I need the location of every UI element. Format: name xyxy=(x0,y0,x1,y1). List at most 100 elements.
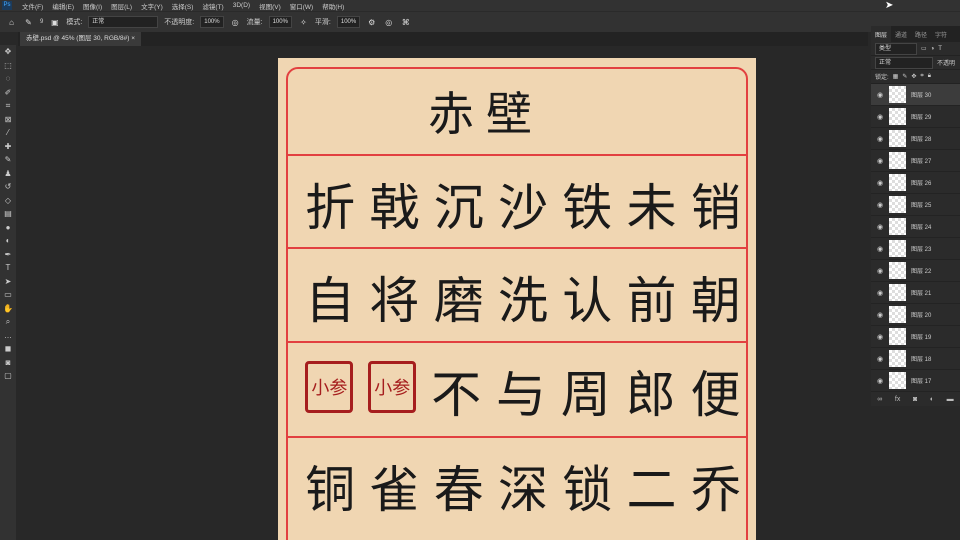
frame-tool-icon[interactable]: ⊠ xyxy=(0,113,16,127)
tab-paths[interactable]: 路径 xyxy=(911,26,931,42)
document-canvas[interactable]: 赤壁 折戟沉沙铁未销 自将磨洗认前朝 小参 小参不与周郎便 铜雀春深锁二乔 xyxy=(278,58,756,540)
menu-window[interactable]: 窗口(W) xyxy=(290,1,313,11)
divider-line xyxy=(286,341,748,343)
layer-row[interactable]: ◉ 图层 23 xyxy=(871,238,960,260)
zoom-tool-icon[interactable]: ⌕ xyxy=(0,315,16,329)
layer-filter-select[interactable]: 类型 xyxy=(875,42,917,55)
eye-icon[interactable]: ◉ xyxy=(871,377,889,385)
layer-row[interactable]: ◉ 图层 21 xyxy=(871,282,960,304)
eye-icon[interactable]: ◉ xyxy=(871,179,889,187)
shape-tool-icon[interactable]: ▭ xyxy=(0,288,16,302)
color-swatches-icon[interactable]: ◼ xyxy=(0,342,16,356)
mode-select[interactable]: 正常 xyxy=(88,16,159,28)
eye-icon[interactable]: ◉ xyxy=(871,201,889,209)
eraser-tool-icon[interactable]: ◇ xyxy=(0,194,16,208)
filter-adjust-icon[interactable]: ◑ xyxy=(931,46,935,52)
fx-icon[interactable]: fx xyxy=(895,396,900,403)
menu-select[interactable]: 选择(S) xyxy=(172,1,194,11)
eyedropper-tool-icon[interactable]: ⁄ xyxy=(0,126,16,140)
blend-mode-select[interactable]: 正常 xyxy=(875,56,933,69)
lock-artboard-icon[interactable]: ⌗ xyxy=(920,73,923,80)
eye-icon[interactable]: ◉ xyxy=(871,157,889,165)
more-tools-icon[interactable]: … xyxy=(0,329,16,343)
lock-all-icon[interactable]: 🔒︎ xyxy=(928,73,931,80)
pressure-opacity-icon[interactable]: ◎ xyxy=(230,17,241,28)
eye-icon[interactable]: ◉ xyxy=(871,91,889,99)
eye-icon[interactable]: ◉ xyxy=(871,223,889,231)
move-tool-icon[interactable]: ✥ xyxy=(0,45,16,59)
filter-type-icon[interactable]: T xyxy=(938,46,942,52)
stamp-tool-icon[interactable]: ♟ xyxy=(0,167,16,181)
menu-layer[interactable]: 图层(L) xyxy=(111,1,132,11)
layer-row[interactable]: ◉ 图层 28 xyxy=(871,128,960,150)
folder-icon[interactable]: ▬ xyxy=(947,396,954,403)
layer-row[interactable]: ◉ 图层 25 xyxy=(871,194,960,216)
gear-icon[interactable]: ⚙ xyxy=(366,17,377,28)
eye-icon[interactable]: ◉ xyxy=(871,355,889,363)
path-select-icon[interactable]: ➤ xyxy=(0,275,16,289)
eye-icon[interactable]: ◉ xyxy=(871,113,889,121)
layer-row[interactable]: ◉ 图层 26 xyxy=(871,172,960,194)
home-icon[interactable]: ⌂ xyxy=(6,17,17,28)
menu-filter[interactable]: 滤镜(T) xyxy=(202,1,223,11)
layer-row[interactable]: ◉ 图层 20 xyxy=(871,304,960,326)
airbrush-icon[interactable]: ✧ xyxy=(298,17,309,28)
quick-mask-icon[interactable]: ◙ xyxy=(0,356,16,370)
brush-tool-icon[interactable]: ✎ xyxy=(23,17,34,28)
flow-input[interactable]: 100% xyxy=(268,16,292,28)
brush-size[interactable]: 9 xyxy=(40,19,43,25)
type-tool-icon[interactable]: T xyxy=(0,261,16,275)
crop-tool-icon[interactable]: ⌗ xyxy=(0,99,16,113)
menu-file[interactable]: 文件(F) xyxy=(22,1,43,11)
layer-row[interactable]: ◉ 图层 27 xyxy=(871,150,960,172)
menu-edit[interactable]: 编辑(E) xyxy=(52,1,74,11)
menu-type[interactable]: 文字(Y) xyxy=(141,1,163,11)
dodge-tool-icon[interactable]: ◐ xyxy=(0,234,16,248)
eye-icon[interactable]: ◉ xyxy=(871,267,889,275)
close-icon[interactable]: × xyxy=(131,35,135,42)
screen-mode-icon[interactable]: ▢ xyxy=(0,369,16,383)
eye-icon[interactable]: ◉ xyxy=(871,311,889,319)
menu-view[interactable]: 视图(V) xyxy=(259,1,281,11)
brush-panel-icon[interactable]: ▣ xyxy=(49,17,60,28)
lock-paint-icon[interactable]: ✎ xyxy=(902,73,907,80)
gradient-tool-icon[interactable]: ▤ xyxy=(0,207,16,221)
link-icon[interactable]: ∞ xyxy=(877,396,882,403)
menu-3d[interactable]: 3D(D) xyxy=(233,2,250,9)
mask-icon[interactable]: ◙ xyxy=(913,396,917,403)
lock-transparency-icon[interactable]: ▦ xyxy=(893,73,899,80)
layer-row[interactable]: ◉ 图层 24 xyxy=(871,216,960,238)
eye-icon[interactable]: ◉ xyxy=(871,245,889,253)
layer-row[interactable]: ◉ 图层 17 xyxy=(871,370,960,392)
hand-tool-icon[interactable]: ✋ xyxy=(0,302,16,316)
layer-row[interactable]: ◉ 图层 30 xyxy=(871,84,960,106)
symmetry-icon[interactable]: ⌘ xyxy=(400,17,411,28)
smoothing-input[interactable]: 100% xyxy=(336,16,361,28)
eye-icon[interactable]: ◉ xyxy=(871,135,889,143)
brush-tool-icon[interactable]: ✎ xyxy=(0,153,16,167)
adjustment-icon[interactable]: ◐ xyxy=(930,396,934,403)
tab-layers[interactable]: 图层 xyxy=(871,26,892,42)
layer-row[interactable]: ◉ 图层 29 xyxy=(871,106,960,128)
pen-tool-icon[interactable]: ✒ xyxy=(0,248,16,262)
lasso-tool-icon[interactable]: ◌ xyxy=(0,72,16,86)
lock-move-icon[interactable]: ✥ xyxy=(911,73,916,80)
quick-select-tool-icon[interactable]: ✐ xyxy=(0,86,16,100)
layer-row[interactable]: ◉ 图层 18 xyxy=(871,348,960,370)
document-tab[interactable]: 赤壁.psd @ 45% (图层 30, RGB/8#) × xyxy=(20,32,142,46)
menu-help[interactable]: 帮助(H) xyxy=(322,1,344,11)
filter-pixel-icon[interactable]: ▭ xyxy=(921,45,927,52)
marquee-tool-icon[interactable]: ⬚ xyxy=(0,59,16,73)
history-brush-icon[interactable]: ↺ xyxy=(0,180,16,194)
blur-tool-icon[interactable]: ● xyxy=(0,221,16,235)
eye-icon[interactable]: ◉ xyxy=(871,333,889,341)
tab-channels[interactable]: 通道 xyxy=(891,26,911,42)
healing-tool-icon[interactable]: ✚ xyxy=(0,140,16,154)
menu-image[interactable]: 图像(I) xyxy=(83,1,102,11)
opacity-input[interactable]: 100% xyxy=(200,16,224,28)
tab-character[interactable]: 字符 xyxy=(931,26,951,42)
pressure-size-icon[interactable]: ◎ xyxy=(383,17,394,28)
layer-row[interactable]: ◉ 图层 22 xyxy=(871,260,960,282)
layer-row[interactable]: ◉ 图层 19 xyxy=(871,326,960,348)
eye-icon[interactable]: ◉ xyxy=(871,289,889,297)
